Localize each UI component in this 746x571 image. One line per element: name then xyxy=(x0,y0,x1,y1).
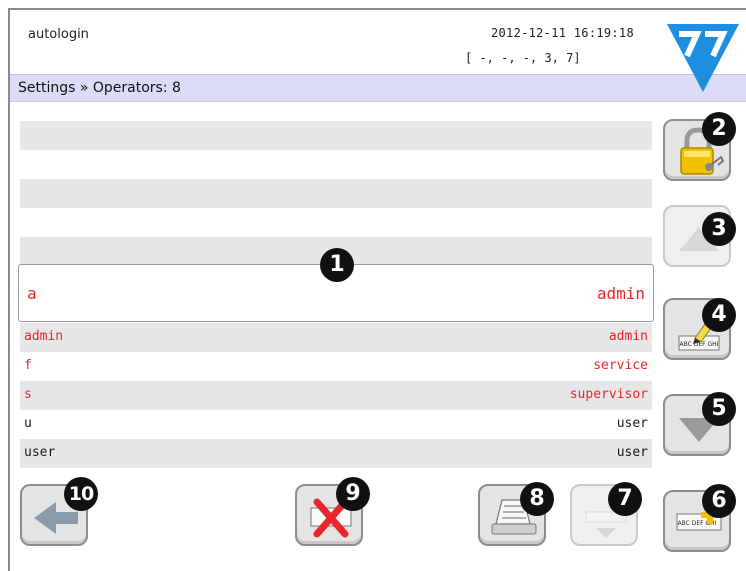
operator-row[interactable]: s supervisor xyxy=(20,381,652,410)
operator-login: admin xyxy=(24,329,64,344)
operator-login: s xyxy=(24,387,32,402)
status-codes: [ -, -, -, 3, 7] xyxy=(465,51,581,65)
operator-login: u xyxy=(24,416,32,431)
operator-role: user xyxy=(616,416,648,431)
callout-badge: 4 xyxy=(702,298,736,332)
callout-badge: 9 xyxy=(336,477,370,511)
callout-badge: 5 xyxy=(702,392,736,426)
operator-row[interactable]: u user xyxy=(20,410,652,439)
empty-row xyxy=(20,179,652,208)
callout-badge: 3 xyxy=(702,212,736,246)
selected-operator-role: admin xyxy=(596,284,645,303)
status-bar: autologin 2012-12-11 16:19:18 [ -, -, -,… xyxy=(10,10,746,74)
operator-role: supervisor xyxy=(569,387,648,402)
login-mode-label: autologin xyxy=(28,27,89,42)
callout-badge: 2 xyxy=(702,112,736,146)
callout-badge: 7 xyxy=(608,482,642,516)
selected-operator-login: a xyxy=(27,284,37,303)
breadcrumb-bar: Settings » Operators: 8 xyxy=(10,74,746,102)
callout-badge: 8 xyxy=(520,482,554,516)
callout-badge: 10 xyxy=(64,477,98,511)
operator-role: user xyxy=(616,445,648,460)
empty-row xyxy=(20,121,652,150)
operator-login: user xyxy=(24,445,56,460)
operator-row[interactable]: f service xyxy=(20,352,652,381)
callout-badge: 1 xyxy=(320,248,354,282)
brand-logo xyxy=(667,24,739,92)
operator-role: admin xyxy=(608,329,648,344)
operator-row[interactable]: user user xyxy=(20,439,652,468)
breadcrumb: Settings » Operators: 8 xyxy=(18,80,181,96)
operator-login: f xyxy=(24,358,32,373)
callout-badge: 6 xyxy=(702,484,736,518)
operator-row[interactable]: admin admin xyxy=(20,323,652,352)
datetime-readout: 2012-12-11 16:19:18 xyxy=(491,26,634,40)
operator-role: service xyxy=(593,358,648,373)
